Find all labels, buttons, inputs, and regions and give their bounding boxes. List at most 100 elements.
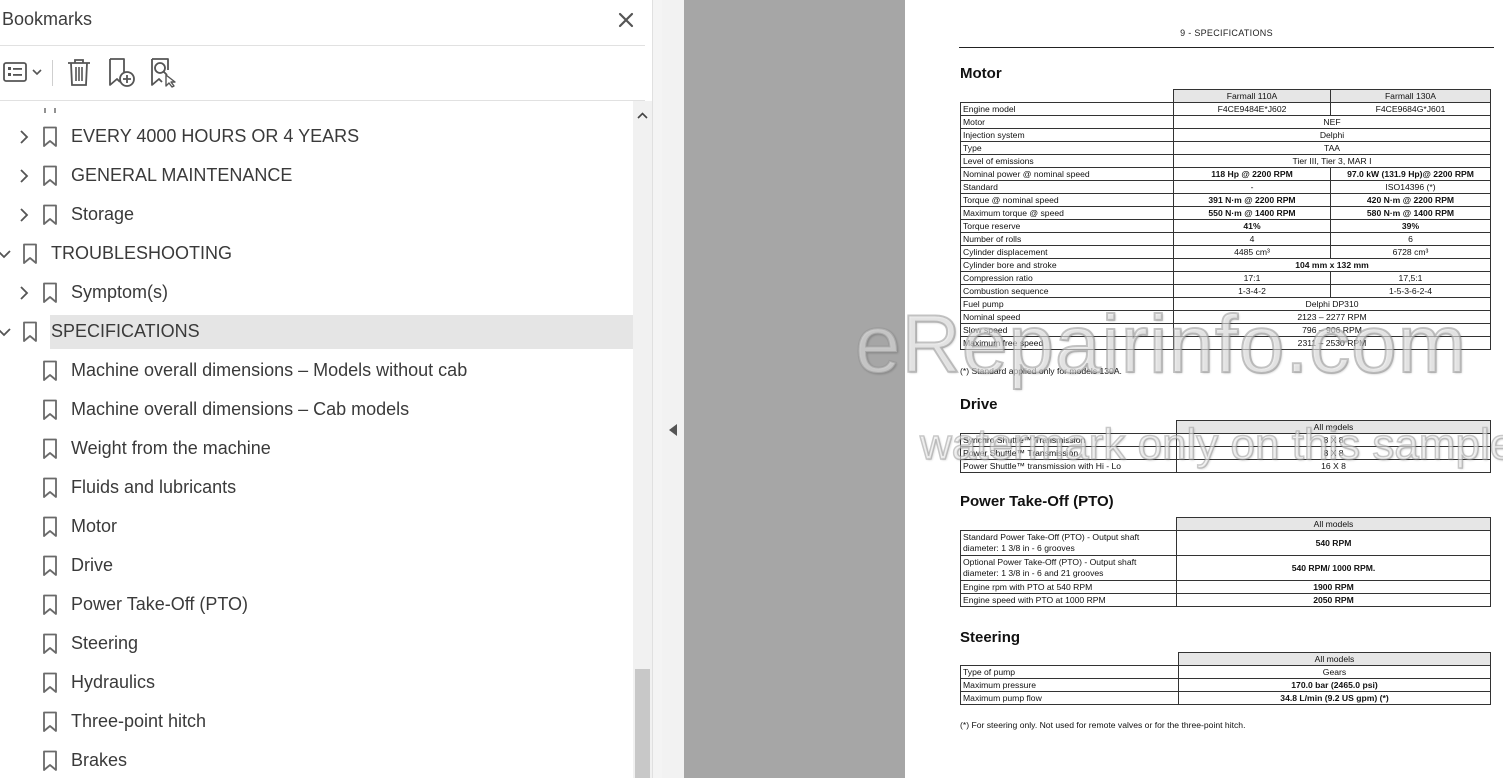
bookmarks-panel-title: Bookmarks <box>2 9 93 29</box>
bookmark-icon <box>41 438 59 460</box>
bookmark-icon <box>44 101 56 113</box>
chevron-down-icon[interactable] <box>0 245 12 263</box>
table-row: Standard Power Take-Off (PTO) - Output s… <box>960 530 1491 556</box>
table-row: Type of pump Gears <box>960 665 1491 679</box>
spec-value-110a: 41% <box>1173 219 1331 233</box>
bookmark-icon <box>41 594 59 616</box>
steering-spec-table: All models Type of pump Gears Maximum pres… <box>960 652 1491 705</box>
bookmarks-scrollbar[interactable] <box>633 101 652 778</box>
spec-value: 540 RPM/ 1000 RPM. <box>1176 555 1491 581</box>
table-row: Cylinder bore and stroke 104 mm x 132 mm <box>960 258 1491 272</box>
bookmark-icon <box>41 399 59 421</box>
spec-value-110a: 1-3-4-2 <box>1173 284 1331 298</box>
row-label: Torque reserve <box>960 219 1174 233</box>
bookmarks-toolbar <box>0 46 645 101</box>
chevron-right-icon[interactable] <box>16 206 32 224</box>
bookmark-item[interactable]: Storage <box>0 198 633 232</box>
bookmark-item[interactable]: Motor <box>0 510 633 544</box>
bookmark-item[interactable]: Weight from the machine <box>0 432 633 466</box>
bookmark-label: Power Take-Off (PTO) <box>71 594 249 614</box>
row-label: Standard Power Take-Off (PTO) - Output s… <box>960 530 1177 556</box>
table-row: Cylinder displacement 4485 cm³ 6728 cm³ <box>960 245 1491 259</box>
collapse-panel-handle[interactable] <box>662 0 684 778</box>
spec-value-110a: 4485 cm³ <box>1173 245 1331 259</box>
row-label: Maximum torque @ speed <box>960 206 1174 220</box>
spec-value: 2050 RPM <box>1176 593 1491 607</box>
spec-value-110a: 17:1 <box>1173 271 1331 285</box>
table-row: Level of emissions Tier III, Tier 3, MAR … <box>960 154 1491 168</box>
table-header-blank <box>960 517 1177 531</box>
chevron-right-icon[interactable] <box>16 167 32 185</box>
row-label: Cylinder bore and stroke <box>960 258 1174 272</box>
table-row: Engine rpm with PTO at 540 RPM 1900 RPM <box>960 580 1491 594</box>
delete-bookmark-button[interactable] <box>62 54 96 90</box>
bookmark-label: Hydraulics <box>71 672 156 692</box>
spec-value: 34.8 L/min (9.2 US gpm) (*) <box>1178 691 1491 705</box>
bookmark-item[interactable]: TROUBLESHOOTING <box>0 237 633 271</box>
row-label: Type <box>960 141 1174 155</box>
table-row: Optional Power Take-Off (PTO) - Output s… <box>960 555 1491 581</box>
collapse-arrow-icon[interactable] <box>669 424 677 436</box>
bookmark-item[interactable]: Machine overall dimensions – Cab models <box>0 393 633 427</box>
spec-value-110a: - <box>1173 180 1331 194</box>
find-bookmark-button[interactable] <box>146 54 180 90</box>
row-label: Motor <box>960 115 1174 129</box>
bookmark-item[interactable]: Power Take-Off (PTO) <box>0 588 633 622</box>
table-row: Motor NEF <box>960 115 1491 129</box>
new-bookmark-button[interactable] <box>104 54 138 90</box>
bookmark-icon <box>41 516 59 538</box>
spec-value: 170.0 bar (2465.0 psi) <box>1178 678 1491 692</box>
row-label: Type of pump <box>960 665 1179 679</box>
add-bookmark-icon <box>109 58 135 87</box>
bookmark-item[interactable]: Steering <box>0 627 633 661</box>
bookmark-item[interactable]: Machine overall dimensions – Models with… <box>0 354 633 388</box>
table-header-row: All models <box>960 652 1491 666</box>
bookmark-item[interactable]: Fluids and lubricants <box>0 471 633 505</box>
bookmark-tree: EVERY 4000 HOURS OR 4 YEARS GENERAL MAINT… <box>0 101 633 778</box>
bookmark-item[interactable]: Drive <box>0 549 633 583</box>
spec-value: 1900 RPM <box>1176 580 1491 594</box>
spec-value: 104 mm x 132 mm <box>1173 258 1491 272</box>
pto-section-title: Power Take-Off (PTO) <box>960 493 1114 510</box>
row-label: Cylinder displacement <box>960 245 1174 259</box>
table-row: Nominal power @ nominal speed 118 Hp @ 22… <box>960 167 1491 181</box>
spec-value-110a: F4CE9484E*J602 <box>1173 102 1331 116</box>
row-label: Torque @ nominal speed <box>960 193 1174 207</box>
row-label: Level of emissions <box>960 154 1174 168</box>
spec-value: 540 RPM <box>1176 530 1491 556</box>
bookmark-item[interactable]: Three-point hitch <box>0 705 633 739</box>
header-rule <box>959 47 1494 48</box>
table-row: Number of rolls 4 6 <box>960 232 1491 246</box>
chevron-down-icon[interactable] <box>0 323 12 341</box>
bookmark-label: TROUBLESHOOTING <box>51 243 233 263</box>
bookmark-label: Three-point hitch <box>71 711 207 731</box>
row-label: Compression ratio <box>960 271 1174 285</box>
options-menu-button[interactable] <box>2 54 44 90</box>
spec-value: Tier III, Tier 3, MAR I <box>1173 154 1491 168</box>
bookmark-item[interactable]: Symptom(s) <box>0 276 633 310</box>
close-panel-button[interactable] <box>612 6 640 34</box>
steering-section-title: Steering <box>960 629 1021 646</box>
spec-value-130a: 1-5-3-6-2-4 <box>1330 284 1491 298</box>
chevron-right-icon[interactable] <box>16 128 32 146</box>
table-row: Maximum pump flow 34.8 L/min (9.2 US gpm)… <box>960 691 1491 705</box>
bookmark-item[interactable]: EVERY 4000 HOURS OR 4 YEARS <box>0 120 633 154</box>
bookmark-item[interactable]: Hydraulics <box>0 666 633 700</box>
panel-divider[interactable] <box>652 0 662 778</box>
bookmark-item[interactable]: Brakes <box>0 744 633 778</box>
scroll-up-button[interactable] <box>635 109 650 121</box>
bookmark-label: Machine overall dimensions – Models with… <box>71 360 468 380</box>
scrollbar-thumb[interactable] <box>635 669 650 778</box>
bookmark-item[interactable]: SPECIFICATIONS <box>0 315 633 349</box>
column-header-all-models: All models <box>1178 652 1491 666</box>
column-header-130a: Farmall 130A <box>1330 89 1491 103</box>
bookmark-label: Brakes <box>71 750 128 770</box>
bookmark-icon <box>41 672 59 694</box>
table-row: Maximum torque @ speed 550 N·m @ 1400 RPM… <box>960 206 1491 220</box>
chevron-right-icon[interactable] <box>16 284 32 302</box>
row-label: Maximum pressure <box>960 678 1179 692</box>
bookmark-item[interactable]: GENERAL MAINTENANCE <box>0 159 633 193</box>
spec-value: TAA <box>1173 141 1491 155</box>
spec-value-130a: 580 N·m @ 1400 RPM <box>1330 206 1491 220</box>
table-header-blank <box>960 89 1174 103</box>
